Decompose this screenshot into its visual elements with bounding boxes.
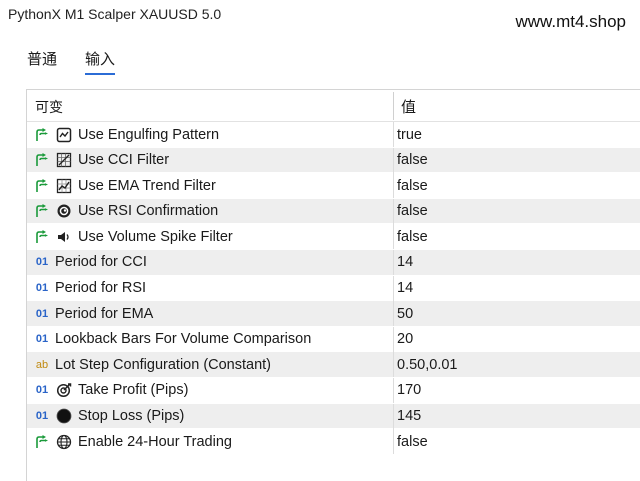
row-variable-cell: Use RSI Confirmation [27, 199, 393, 224]
volume-speaker-icon [55, 228, 73, 246]
int-param-icon: 01 [35, 307, 49, 320]
column-header-variable[interactable]: 可变 [35, 97, 63, 117]
row-variable-label: Enable 24-Hour Trading [78, 433, 232, 450]
row-value-cell[interactable]: 14 [397, 250, 413, 275]
engulfing-pattern-icon [55, 126, 73, 144]
row-value-cell[interactable]: 145 [397, 404, 421, 429]
row-value-cell[interactable]: 170 [397, 378, 421, 403]
row-variable-cell: 01 Period for EMA [27, 301, 393, 326]
bool-param-icon [31, 178, 53, 193]
int-param-icon: 01 [35, 384, 49, 397]
table-row[interactable]: 01 Stop Loss (Pips) 145 [27, 403, 640, 430]
row-variable-cell: 01 Take Profit (Pips) [27, 378, 393, 403]
table-row[interactable]: 01 Take Profit (Pips) 170 [27, 377, 640, 404]
row-value-cell[interactable]: 20 [397, 327, 413, 352]
row-variable-label: Use Volume Spike Filter [78, 228, 233, 245]
int-param-icon: 01 [35, 256, 49, 269]
row-variable-cell: 01 Period for RSI [27, 276, 393, 301]
bool-param-icon [31, 153, 53, 167]
table-row[interactable]: 01 Period for EMA 50 [27, 301, 640, 327]
column-separator [393, 377, 394, 403]
title-bar: PythonX M1 Scalper XAUUSD 5.0 www.mt4.sh… [0, 0, 640, 38]
row-variable-label: Take Profit (Pips) [78, 382, 189, 399]
row-variable-cell: Use EMA Trend Filter [27, 173, 393, 198]
table-row[interactable]: Enable 24-Hour Trading false [27, 429, 640, 455]
target-icon [55, 381, 73, 399]
int-param-icon: 01 [35, 410, 49, 423]
table-row[interactable]: Use Volume Spike Filter false [27, 224, 640, 250]
row-value-cell[interactable]: 50 [397, 301, 413, 326]
tab-general[interactable]: 普通 [27, 48, 57, 73]
row-variable-label: Stop Loss (Pips) [78, 408, 185, 425]
column-separator [393, 147, 394, 173]
row-variable-label: Use EMA Trend Filter [78, 177, 216, 194]
row-variable-label: Lot Step Configuration (Constant) [55, 356, 272, 373]
tab-inputs[interactable]: 输入 [85, 48, 116, 75]
row-variable-label: Period for RSI [55, 280, 147, 297]
row-variable-cell: ab Lot Step Configuration (Constant) [27, 352, 393, 377]
int-param-icon: 01 [35, 333, 49, 346]
table-row[interactable]: 01 Period for RSI 14 [27, 275, 640, 302]
table-row[interactable]: 01 Lookback Bars For Volume Comparison 20 [27, 326, 640, 353]
bool-param-icon [31, 229, 53, 244]
row-value-cell[interactable]: true [397, 122, 422, 147]
window-title: PythonX M1 Scalper XAUUSD 5.0 [8, 6, 222, 22]
row-variable-cell: 01 Lookback Bars For Volume Comparison [27, 327, 393, 352]
row-value-cell[interactable]: 0.50,0.01 [397, 352, 457, 377]
column-separator [393, 429, 394, 455]
row-variable-label: Lookback Bars For Volume Comparison [55, 331, 312, 348]
column-separator [393, 224, 394, 250]
table-body: Use Engulfing Pattern true Use CCI Filter f… [27, 122, 640, 455]
row-variable-label: Use Engulfing Pattern [78, 126, 220, 143]
row-variable-label: Use CCI Filter [78, 152, 170, 169]
bool-param-icon [31, 204, 53, 218]
table-header: 可变 值 [27, 90, 640, 122]
column-separator [393, 352, 394, 378]
column-separator [393, 122, 394, 147]
watermark-text: www.mt4.shop [515, 12, 626, 31]
column-separator [393, 301, 394, 327]
column-separator[interactable] [393, 92, 394, 120]
row-value-cell[interactable]: false [397, 224, 428, 249]
globe-icon [55, 433, 73, 451]
column-separator [393, 275, 394, 301]
row-variable-cell: Use Volume Spike Filter [27, 224, 393, 249]
row-variable-label: Use RSI Confirmation [78, 203, 219, 220]
row-variable-cell: 01 Period for CCI [27, 250, 393, 275]
table-row[interactable]: ab Lot Step Configuration (Constant) 0.50,… [27, 352, 640, 378]
row-variable-cell: Use CCI Filter [27, 148, 393, 173]
column-separator [393, 403, 394, 429]
ema-trend-icon [55, 177, 73, 195]
table-row[interactable]: Use EMA Trend Filter false [27, 173, 640, 199]
row-variable-cell: Enable 24-Hour Trading [27, 429, 393, 454]
inputs-table: 可变 值 Use Engulfing Pattern true Use CCI Fi… [26, 89, 640, 481]
rsi-spiral-icon [55, 202, 73, 220]
table-row[interactable]: 01 Period for CCI 14 [27, 249, 640, 276]
row-variable-cell: 01 Stop Loss (Pips) [27, 404, 393, 429]
column-separator [393, 249, 394, 275]
row-variable-cell: Use Engulfing Pattern [27, 122, 393, 147]
tab-strip: 普通 输入 [0, 38, 640, 86]
column-header-value[interactable]: 值 [401, 96, 416, 117]
row-value-cell[interactable]: false [397, 199, 428, 224]
column-separator [393, 198, 394, 224]
string-param-icon: ab [35, 358, 49, 371]
bool-param-icon [31, 434, 53, 449]
stop-circle-icon [55, 407, 73, 425]
row-value-cell[interactable]: 14 [397, 276, 413, 301]
int-param-icon: 01 [35, 282, 49, 295]
column-separator [393, 173, 394, 199]
row-variable-label: Period for EMA [55, 305, 154, 322]
row-value-cell[interactable]: false [397, 148, 428, 173]
table-row[interactable]: Use Engulfing Pattern true [27, 122, 640, 148]
table-row[interactable]: Use RSI Confirmation false [27, 198, 640, 225]
cci-filter-icon [55, 151, 73, 169]
table-row[interactable]: Use CCI Filter false [27, 147, 640, 174]
row-value-cell[interactable]: false [397, 173, 428, 198]
row-value-cell[interactable]: false [397, 429, 428, 454]
row-variable-label: Period for CCI [55, 254, 147, 271]
bool-param-icon [31, 127, 53, 142]
column-separator [393, 326, 394, 352]
